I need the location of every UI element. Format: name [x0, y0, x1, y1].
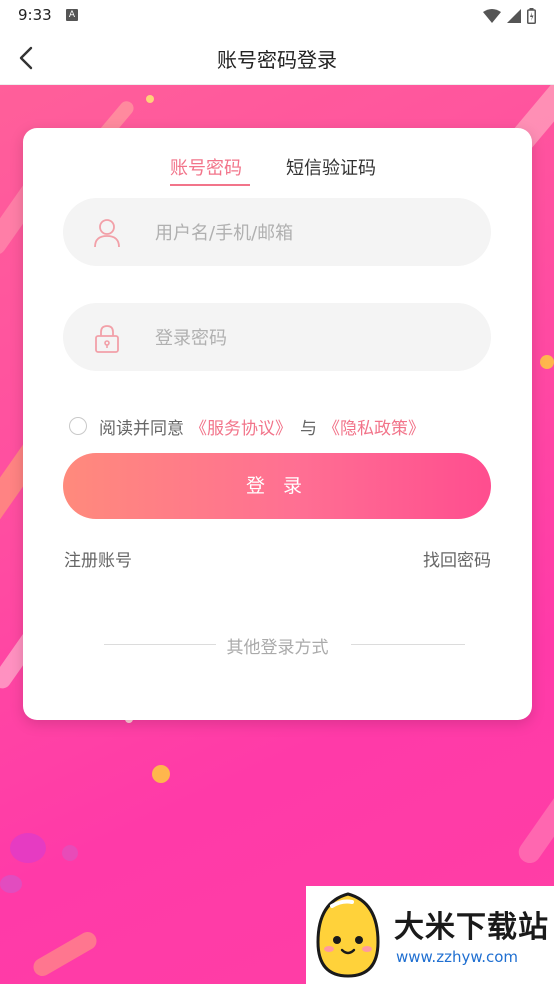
decor-dot [10, 833, 46, 863]
user-icon [94, 219, 120, 248]
agreement-prefix: 阅读并同意 [99, 418, 184, 439]
decor-dot [540, 355, 554, 369]
watermark-title: 大米下载站 [394, 910, 549, 945]
battery-icon [527, 8, 536, 24]
rice-mascot-icon [316, 892, 380, 978]
decor-stripe [514, 764, 554, 868]
decor-dot [146, 95, 154, 103]
decor-stripe [30, 928, 100, 980]
wifi-icon [483, 9, 501, 23]
tab-sms-code[interactable]: 短信验证码 [286, 154, 376, 180]
lock-icon [95, 325, 119, 353]
status-icons [483, 8, 536, 24]
status-time: 9:33 [18, 6, 52, 24]
forgot-password-link[interactable]: 找回密码 [423, 546, 491, 571]
notification-icon: A [66, 9, 78, 21]
decor-dot [0, 875, 22, 893]
decor-dot [62, 845, 78, 861]
tab-active-indicator [170, 184, 250, 186]
other-login-label: 其他登录方式 [226, 638, 329, 658]
username-input[interactable] [153, 198, 477, 268]
service-agreement-link[interactable]: 《服务协议》 [190, 414, 292, 439]
username-field [63, 198, 491, 268]
watermark-url: www.zzhyw.com [396, 948, 519, 966]
register-link[interactable]: 注册账号 [64, 546, 132, 571]
agreement-and: 与 [300, 418, 317, 439]
login-button[interactable]: 登 录 [63, 453, 491, 519]
password-field [63, 303, 491, 373]
status-bar: 9:33 A [0, 0, 554, 32]
decor-dot [152, 765, 170, 783]
agreement-row: 阅读并同意 《服务协议》 与 《隐私政策》 [69, 414, 425, 439]
nav-bar: 账号密码登录 [0, 32, 554, 85]
login-card: 账号密码 短信验证码 阅读并同意 《服务协议》 与 《隐私政策》 登 录 注册账… [23, 128, 532, 720]
watermark: 大米下载站 www.zzhyw.com [306, 886, 554, 984]
privacy-policy-link[interactable]: 《隐私政策》 [323, 414, 425, 439]
agreement-checkbox[interactable] [69, 417, 87, 435]
tab-account-password[interactable]: 账号密码 [170, 154, 242, 180]
password-input[interactable] [153, 303, 477, 373]
signal-icon [507, 9, 521, 23]
divider-line-right [351, 644, 465, 645]
page-title: 账号密码登录 [217, 48, 337, 72]
